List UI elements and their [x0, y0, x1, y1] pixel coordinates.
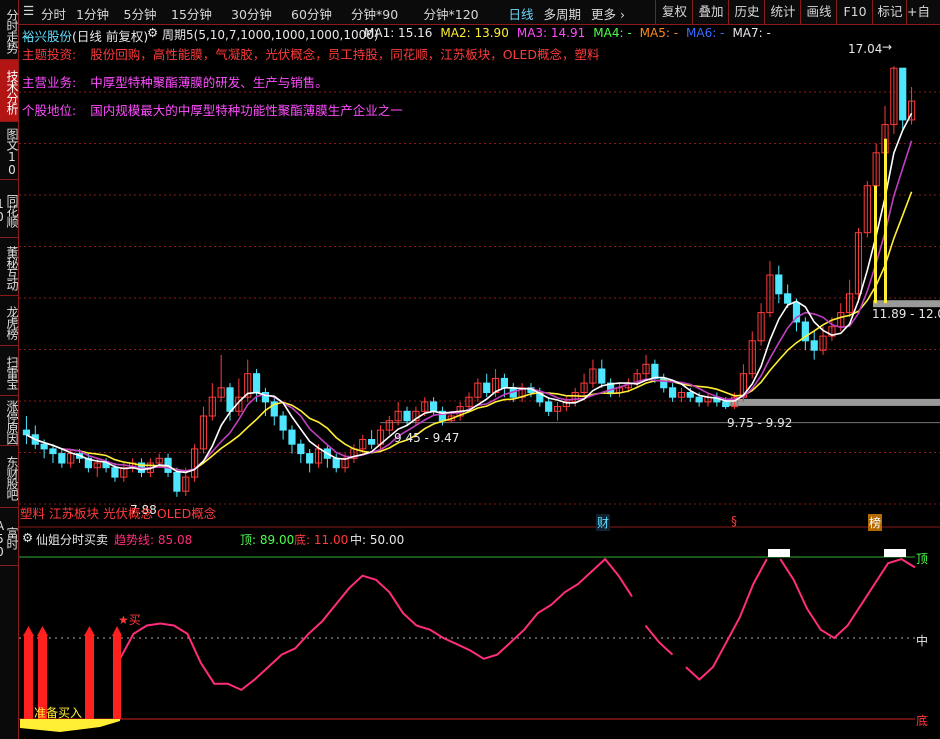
- axis-top-label: 顶: [916, 552, 929, 566]
- candle-body: [288, 429, 296, 445]
- bottom-value: 底: 11.00: [294, 533, 349, 547]
- candle-body: [784, 293, 792, 304]
- candle-body: [297, 443, 305, 455]
- ma-label-2: MA2: 13.90: [440, 26, 509, 40]
- axis-mid-label: 中: [916, 634, 929, 648]
- bottom-concept-tags: 塑料 江苏板块 光伏概念 OLED概念: [20, 506, 217, 521]
- ma-label-5: MA5: -: [639, 26, 679, 40]
- zone-label-1: 9.45 - 9.47: [394, 431, 460, 445]
- trend-line-segment: [685, 558, 768, 681]
- indicator-name: 仙姐分时买卖: [36, 533, 109, 547]
- business-row: 主营业务: 中厚型特种聚酯薄膜的研发、生产与销售。: [22, 72, 328, 91]
- mid-value: 中: 50.00: [350, 533, 405, 547]
- business-text: 中厚型特种聚酯薄膜的研发、生产与销售。: [90, 75, 328, 90]
- theme-text: 股份回购，高性能膜，气凝胶，光伏概念，员工持股，同花顺，江苏板块，OLED概念，…: [90, 47, 600, 62]
- ma-label-4: MA4: -: [593, 26, 632, 40]
- high-price-label: 17.04: [848, 42, 883, 56]
- event-rank-icon[interactable]: 榜: [868, 514, 883, 531]
- business-label: 主营业务:: [22, 75, 77, 90]
- settings-icon[interactable]: ⚙: [147, 25, 158, 40]
- period-params: 周期5(5,10,7,1000,1000,1000,1000): [162, 28, 379, 42]
- candle-body: [306, 453, 314, 464]
- event-notice-icon[interactable]: §: [731, 514, 737, 528]
- position-row: 个股地位: 国内规模最大的中厚型特种功能性聚酯薄膜生产企业之一: [22, 100, 403, 119]
- ma-legend: MA1: 15.16 MA2: 13.90 MA3: 14.91 MA4: - MA5:…: [364, 26, 779, 40]
- buy-signal-arrow: [37, 626, 48, 636]
- trend-value: 趋势线: 85.08: [114, 533, 193, 547]
- support-zone-2: [723, 398, 940, 406]
- candle-body: [598, 368, 606, 384]
- buy-signal-arrow: [84, 626, 95, 636]
- candle-body: [545, 401, 553, 412]
- candle-body: [173, 471, 181, 492]
- buy-signal-bar: [113, 634, 121, 719]
- candle-body: [403, 410, 411, 422]
- candle-body: [695, 396, 703, 403]
- candle-body: [40, 443, 48, 450]
- chart-mode: (日线 前复权): [72, 29, 149, 44]
- trend-line-segment: [644, 624, 674, 656]
- theme-row: 主题投资: 股份回购，高性能膜，气凝胶，光伏概念，员工持股，同花顺，江苏板块，O…: [22, 44, 600, 63]
- candle-body: [111, 467, 119, 478]
- indicator-settings-icon[interactable]: ⚙: [22, 530, 33, 545]
- candle-body: [775, 274, 783, 295]
- candle-body: [368, 439, 376, 445]
- ma-label-3: MA3: 14.91: [516, 26, 586, 40]
- candle-body: [686, 392, 694, 398]
- top-signal-marker: [884, 549, 906, 557]
- position-label: 个股地位:: [22, 103, 77, 118]
- candle-body: [252, 373, 261, 394]
- buy-signal-bar: [85, 634, 94, 719]
- breakout-bar: [874, 185, 877, 304]
- axis-bottom-label: 底: [916, 714, 929, 728]
- zone-label-3: 11.89 - 12.01: [872, 307, 940, 321]
- candle-body: [49, 448, 57, 455]
- candle-body: [899, 67, 907, 121]
- candle-body: [429, 401, 438, 412]
- event-finance-icon[interactable]: 财: [596, 514, 611, 531]
- buy-signal-tag: ★买: [118, 613, 141, 627]
- candle-body: [483, 382, 491, 394]
- candle-body: [810, 340, 818, 351]
- candle-body: [651, 363, 659, 379]
- candle-body: [22, 429, 31, 436]
- breakout-bar: [884, 138, 887, 304]
- stock-name: 裕兴股份: [22, 29, 73, 44]
- position-text: 国内规模最大的中厚型特种功能性聚酯薄膜生产企业之一: [90, 103, 403, 118]
- top-value: 顶: 89.00: [240, 533, 295, 547]
- top-signal-marker: [768, 549, 790, 557]
- high-arrow: →: [882, 40, 893, 54]
- candle-body: [500, 377, 509, 389]
- ma-label-6: MA6: -: [686, 26, 725, 40]
- theme-label: 主题投资:: [22, 47, 77, 62]
- candle-body: [279, 415, 287, 431]
- candle-body: [668, 387, 677, 398]
- candle-body: [722, 401, 730, 408]
- ma-label-7: MA7: -: [732, 26, 771, 40]
- ma-label-1: MA1: 15.16: [364, 26, 433, 40]
- trend-line-segment: [119, 557, 633, 692]
- zone-label-2: 9.75 - 9.92: [727, 416, 793, 430]
- candle-body: [332, 457, 340, 469]
- trend-line-segment: [779, 558, 916, 640]
- candle-body: [58, 453, 66, 464]
- buy-signal-bar: [24, 634, 33, 719]
- prepare-buy-tag: 准备买入: [34, 706, 83, 720]
- candle-body: [226, 387, 234, 412]
- buy-signal-arrow: [23, 626, 34, 636]
